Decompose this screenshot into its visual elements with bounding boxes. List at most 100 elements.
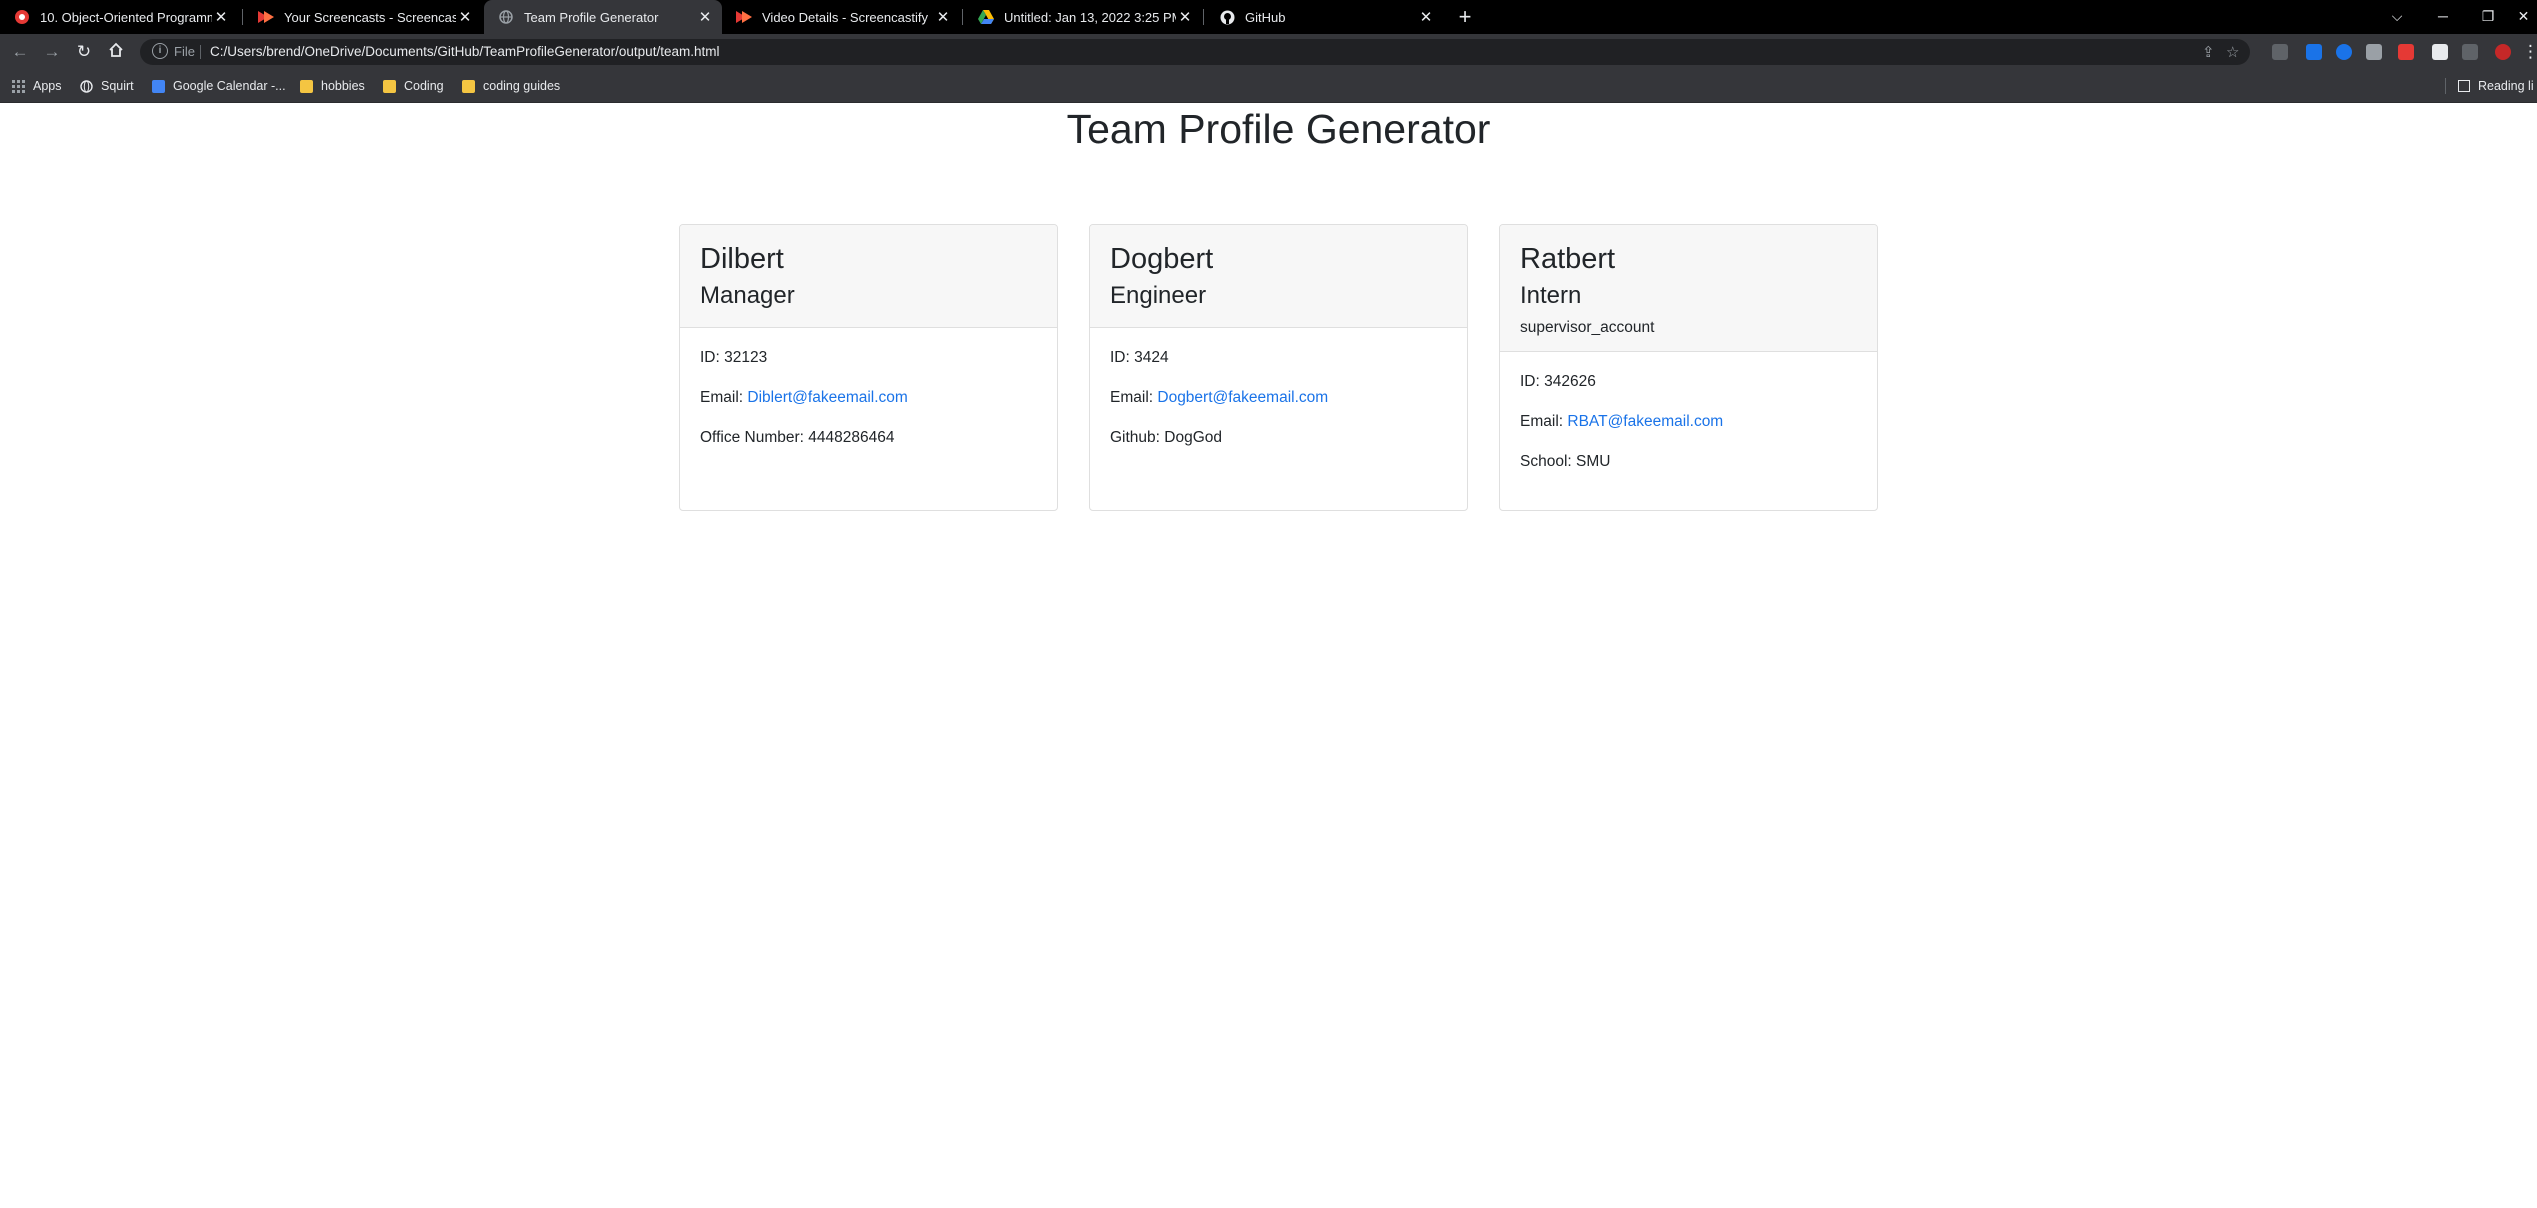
bookmark-folder-hobbies[interactable]: hobbies [300,70,365,102]
bookmark-squirt[interactable]: Squirt [80,70,134,102]
card-header: Dilbert Manager [680,225,1057,328]
card-body: ID: 342626 Email: RBAT@fakeemail.com Sch… [1500,352,1877,472]
reading-list-label: Reading li [2478,79,2534,93]
email-link[interactable]: Dogbert@fakeemail.com [1157,389,1328,406]
email-link[interactable]: Diblert@fakeemail.com [747,389,907,406]
employee-role: Intern [1520,282,1582,309]
recording-icon [14,9,30,25]
bookmark-folder-coding-guides[interactable]: coding guides [462,70,560,102]
employee-name: Dogbert [1110,243,1214,275]
employee-github: Github: DogGod [1110,429,1223,446]
tab-object-oriented[interactable]: 10. Object-Oriented Programmin ✕ [0,0,238,34]
employee-role: Engineer [1110,282,1207,309]
bookmark-apps[interactable]: Apps [12,70,62,102]
employee-id: ID: 3424 [1110,349,1169,366]
employee-name: Dilbert [700,243,784,275]
card-header: Dogbert Engineer [1090,225,1467,328]
card-header: Ratbert Intern supervisor_account [1500,225,1877,352]
bookmark-folder-coding[interactable]: Coding [383,70,444,102]
apps-grid-icon [12,79,25,93]
employee-card-manager: Dilbert Manager ID: 32123 Email: Diblert… [679,224,1058,511]
tab-team-profile-generator[interactable]: Team Profile Generator ✕ [484,0,722,34]
tab-divider [962,9,963,25]
reading-list-button[interactable]: Reading li [2458,70,2534,102]
employee-card-intern: Ratbert Intern supervisor_account ID: 34… [1499,224,1878,511]
bookmark-label: Coding [404,79,444,93]
calendar-icon [152,79,165,93]
employee-email: Email: Diblert@fakeemail.com [700,389,908,406]
employee-role: Manager [700,282,795,309]
tab-title: Your Screencasts - Screencastify [284,9,456,25]
card-body: ID: 32123 Email: Diblert@fakeemail.com O… [680,328,1057,448]
window-close-icon[interactable]: ✕ [2510,0,2537,34]
forward-arrow-icon[interactable]: → [42,42,62,62]
bookmark-label: hobbies [321,79,365,93]
close-icon[interactable]: ✕ [456,8,474,26]
close-icon[interactable]: ✕ [1176,8,1194,26]
extension-icon[interactable] [2272,44,2288,60]
menu-kebab-icon[interactable]: ⋮ [2522,42,2537,62]
screencastify-icon [736,9,752,25]
bookmark-star-icon[interactable]: ☆ [2226,43,2239,61]
folder-icon [300,79,313,93]
close-icon[interactable]: ✕ [212,8,230,26]
bookmark-label: Squirt [101,79,134,93]
info-icon[interactable]: i [152,43,168,59]
address-bar[interactable]: i File C:/Users/brend/OneDrive/Documents… [140,39,2250,65]
extension-icon[interactable] [2336,44,2352,60]
tab-search-chevron-icon[interactable]: ⌵ [2377,0,2417,34]
bookmarks-divider [2445,78,2446,94]
bookmark-label: coding guides [483,79,561,93]
home-icon[interactable] [106,42,126,62]
supervisor-account-icon: supervisor_account [1520,319,1655,336]
employee-email: Email: Dogbert@fakeemail.com [1110,389,1329,406]
tab-untitled-drive[interactable]: Untitled: Jan 13, 2022 3:25 PM.w ✕ [964,0,1202,34]
close-icon[interactable]: ✕ [1417,8,1435,26]
close-icon[interactable]: ✕ [934,8,952,26]
close-icon[interactable]: ✕ [696,8,714,26]
screencastify-extension-icon[interactable] [2398,44,2414,60]
share-icon[interactable]: ⇪ [2202,43,2215,61]
employee-office-number: Office Number: 4448286464 [700,429,895,446]
minimize-icon[interactable]: ─ [2423,0,2463,34]
card-body: ID: 3424 Email: Dogbert@fakeemail.com Gi… [1090,328,1467,448]
tab-title: Untitled: Jan 13, 2022 3:25 PM.w [1004,9,1176,25]
employee-name: Ratbert [1520,243,1616,275]
tab-title: 10. Object-Oriented Programmin [40,9,212,25]
tab-title: Team Profile Generator [524,9,659,25]
reading-mode-icon[interactable] [2462,44,2478,60]
drive-icon [978,9,994,25]
puzzle-extensions-icon[interactable] [2432,44,2448,60]
employee-id: ID: 342626 [1520,373,1596,390]
avatar[interactable] [2495,44,2511,60]
back-arrow-icon[interactable]: ← [10,42,30,62]
employee-card-engineer: Dogbert Engineer ID: 3424 Email: Dogbert… [1089,224,1468,511]
globe-icon [498,9,514,25]
tab-github[interactable]: GitHub ✕ [1205,0,1443,34]
extension-icon[interactable] [2306,44,2322,60]
browser-toolbar: ← → ↻ i File C:/Users/brend/OneDrive/Doc… [0,34,2537,70]
folder-icon [383,79,396,93]
restore-icon[interactable]: ❐ [2468,0,2508,34]
employee-school: School: SMU [1520,453,1611,470]
address-url[interactable]: C:/Users/brend/OneDrive/Documents/GitHub… [210,44,719,59]
address-divider [200,45,201,59]
employee-id: ID: 32123 [700,349,768,366]
email-link[interactable]: RBAT@fakeemail.com [1567,413,1723,430]
tab-title: GitHub [1245,9,1286,25]
github-icon [1219,9,1235,25]
tab-your-screencasts[interactable]: Your Screencasts - Screencastify ✕ [244,0,482,34]
extension-icon[interactable] [2366,44,2382,60]
screencastify-icon [258,9,274,25]
tab-video-details[interactable]: Video Details - Screencastify ✕ [722,0,960,34]
bookmark-label: Google Calendar -... [173,79,286,93]
globe-icon [80,79,93,93]
reload-icon[interactable]: ↻ [74,42,94,62]
folder-icon [462,79,475,93]
new-tab-button[interactable]: + [1452,4,1478,30]
bookmark-google-calendar[interactable]: Google Calendar -... [152,70,286,102]
reading-list-icon [2458,80,2470,92]
address-scheme: File [174,44,195,59]
page-title: Team Profile Generator [1066,106,1491,152]
tab-strip: 10. Object-Oriented Programmin ✕ Your Sc… [0,0,2537,34]
